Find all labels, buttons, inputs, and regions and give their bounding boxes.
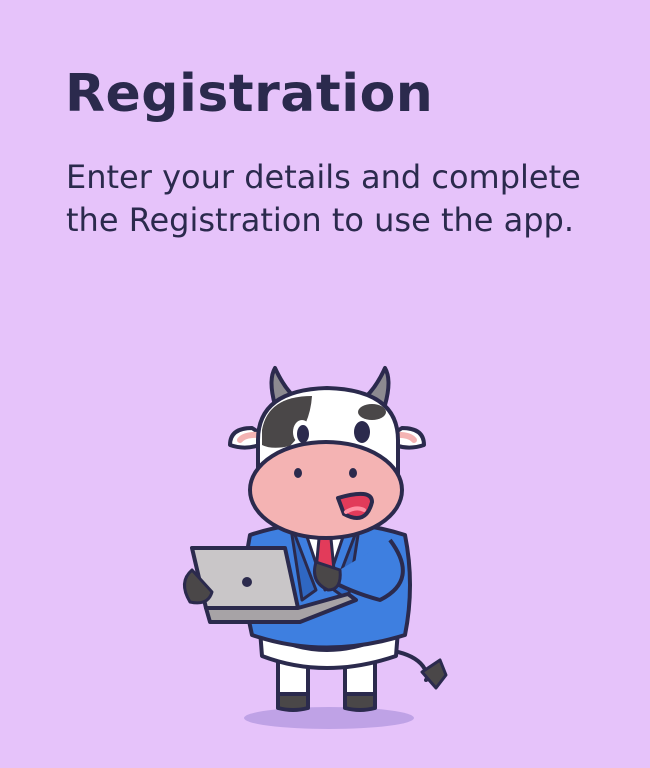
page-title: Registration: [65, 64, 434, 124]
page-description: Enter your details and complete the Regi…: [66, 158, 581, 239]
cow-with-laptop-icon: [183, 366, 448, 729]
cow-laptop-illustration: [80, 300, 575, 750]
registration-screen: Registration Enter your details and comp…: [0, 0, 650, 768]
